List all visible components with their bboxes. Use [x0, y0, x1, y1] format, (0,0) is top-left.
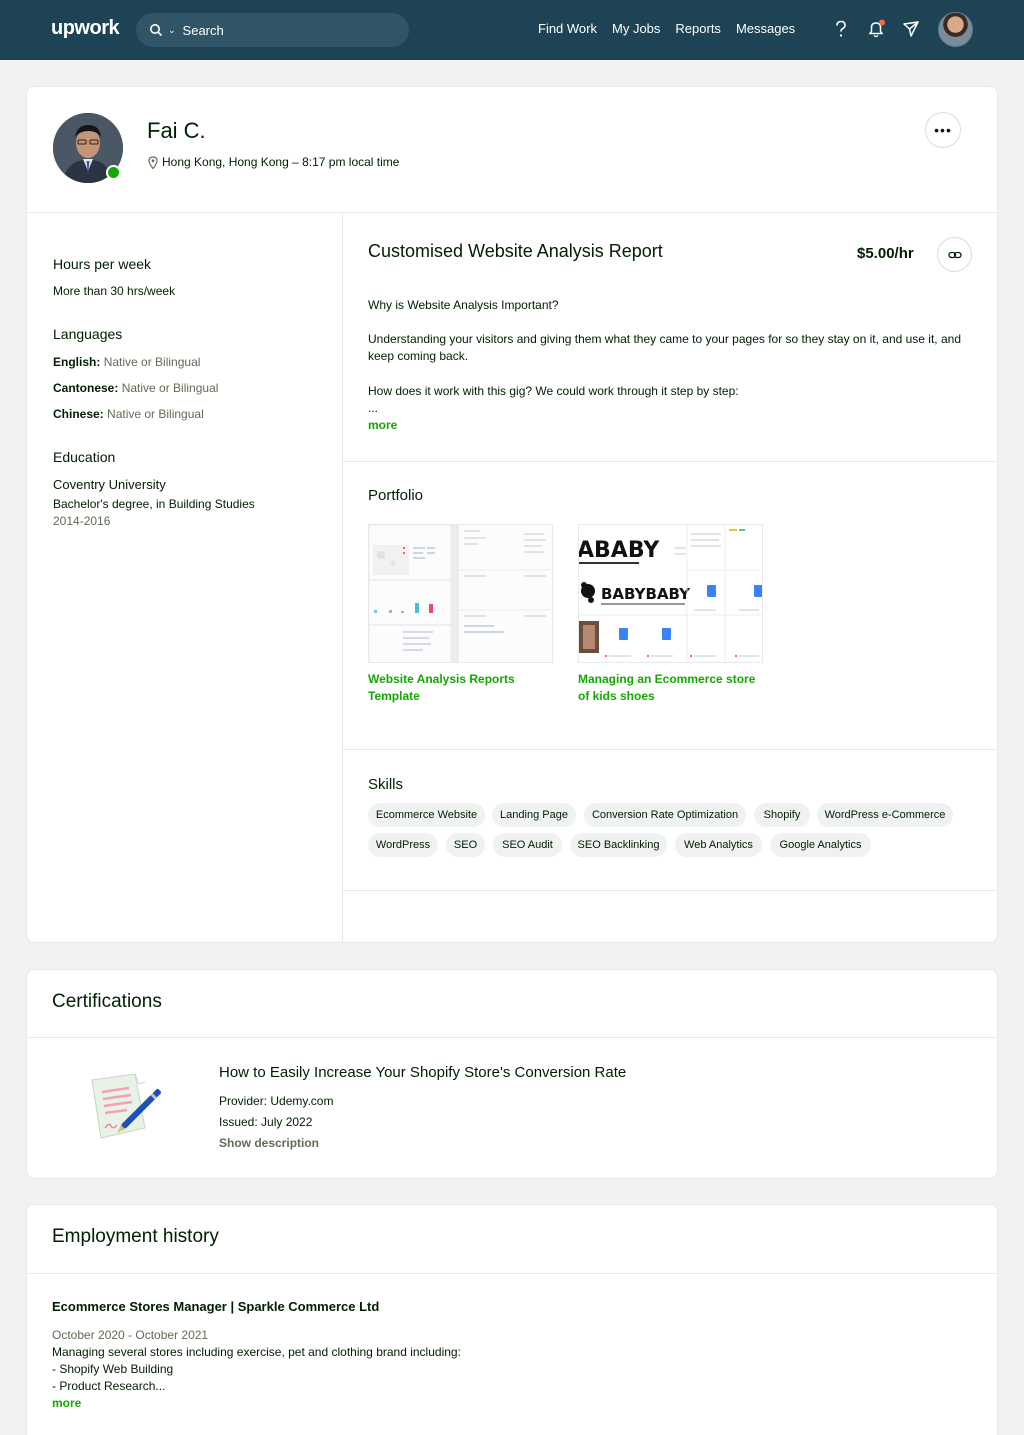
search-icon [150, 24, 163, 37]
top-nav: upwork ⌄ Search Find Work My Jobs Report… [0, 0, 1024, 60]
location: Hong Kong, Hong Kong – 8:17 pm local tim… [148, 155, 399, 169]
skill-chip[interactable]: Web Analytics [675, 833, 762, 857]
specialized-profile-title: Customised Website Analysis Report [368, 241, 663, 261]
certifications-card: Certifications How to Easily Increase Yo… [26, 969, 998, 1179]
employment-more-link[interactable]: more [52, 1396, 81, 1410]
language-name: English: [53, 355, 101, 369]
languages-heading: Languages [53, 326, 123, 342]
employment-dates: October 2020 - October 2021 [52, 1328, 209, 1342]
portfolio-thumbnail[interactable] [368, 524, 553, 663]
degree: Bachelor's degree, in Building Studies [53, 497, 255, 511]
language-item: Chinese: Native or Bilingual [53, 407, 204, 421]
skills-heading: Skills [368, 776, 404, 793]
thumb-logo-text-top: ABABY [579, 538, 660, 563]
thumb-logo-text: BABYBABY [601, 585, 691, 603]
skill-chip[interactable]: SEO Backlinking [570, 833, 667, 857]
divider [343, 890, 997, 891]
overview-ellipsis: ... [368, 401, 379, 415]
overview-paragraph: Why is Website Analysis Important? [368, 298, 559, 312]
link-icon [947, 251, 962, 258]
column-divider [342, 212, 343, 943]
overview-paragraph: How does it work with this gig? We could… [368, 384, 739, 398]
certifications-heading: Certifications [52, 991, 162, 1012]
certification-provider: Provider: Udemy.com [219, 1094, 334, 1108]
portfolio-item-title[interactable]: Website Analysis Reports Template [368, 671, 558, 705]
language-name: Cantonese: [53, 381, 119, 395]
employment-title: Ecommerce Stores Manager | Sparkle Comme… [52, 1299, 380, 1314]
overview-more-link[interactable]: more [368, 418, 397, 432]
divider [27, 1273, 997, 1274]
divider [27, 212, 997, 213]
hours-value: More than 30 hrs/week [53, 284, 176, 298]
user-avatar[interactable] [938, 12, 973, 47]
profile-card: Fai C. Hong Kong, Hong Kong – 8:17 pm lo… [26, 86, 998, 943]
education-years: 2014-2016 [53, 514, 111, 528]
employment-description-line: Managing several stores including exerci… [52, 1345, 461, 1359]
education-heading: Education [53, 449, 116, 465]
help-icon[interactable] [830, 18, 852, 40]
skill-chip[interactable]: Landing Page [492, 803, 576, 827]
search-input[interactable]: Search [183, 23, 224, 38]
skill-chip[interactable]: SEO Audit [493, 833, 562, 857]
skill-chip[interactable]: WordPress [368, 833, 438, 857]
certification-issued: Issued: July 2022 [219, 1115, 313, 1129]
language-level: Native or Bilingual [107, 407, 204, 421]
skill-chip[interactable]: Ecommerce Website [368, 803, 485, 827]
chevron-down-icon[interactable]: ⌄ [168, 25, 176, 36]
copy-link-button[interactable] [937, 237, 972, 272]
hours-heading: Hours per week [53, 256, 152, 272]
certification-title[interactable]: How to Easily Increase Your Shopify Stor… [219, 1064, 626, 1081]
language-level: Native or Bilingual [121, 381, 219, 395]
language-level: Native or Bilingual [103, 355, 201, 369]
bell-icon[interactable] [865, 18, 887, 40]
overview-paragraph: Understanding your visitors and giving t… [368, 332, 961, 363]
send-icon[interactable] [900, 18, 922, 40]
employment-description-line: - Product Research... [52, 1379, 166, 1393]
nav-messages[interactable]: Messages [736, 21, 795, 36]
skill-chip[interactable]: Shopify [754, 803, 810, 827]
skill-chip[interactable]: Conversion Rate Optimization [584, 803, 746, 827]
portfolio-heading: Portfolio [368, 487, 424, 504]
hourly-rate: $5.00/hr [857, 245, 914, 262]
upwork-logo[interactable]: upwork [51, 17, 120, 40]
certificate-icon [91, 1073, 161, 1139]
dashboard-thumbnail-image [369, 525, 552, 662]
ellipsis-icon: ••• [934, 122, 952, 138]
freelancer-name: Fai C. [147, 118, 206, 143]
skill-chip[interactable]: SEO [446, 833, 485, 857]
language-item: Cantonese: Native or Bilingual [53, 381, 218, 395]
nav-reports[interactable]: Reports [675, 21, 721, 36]
employment-history-heading: Employment history [52, 1226, 219, 1247]
nav-links: Find Work My Jobs Reports Messages [538, 21, 795, 36]
skill-chip[interactable]: Google Analytics [770, 833, 871, 857]
employment-description-line: - Shopify Web Building [52, 1362, 174, 1376]
employment-history-card: Employment history Ecommerce Stores Mana… [26, 1204, 998, 1435]
online-status-dot [106, 165, 121, 180]
search-bar[interactable]: ⌄ Search [136, 13, 409, 47]
ecommerce-thumbnail-image: ABABY BABYBABY [579, 525, 762, 662]
location-text: Hong Kong, Hong Kong – 8:17 pm local tim… [162, 155, 400, 169]
more-options-button[interactable]: ••• [925, 112, 961, 148]
divider [27, 1037, 997, 1038]
nav-my-jobs[interactable]: My Jobs [612, 21, 660, 36]
location-pin-icon [148, 155, 158, 169]
language-name: Chinese: [53, 407, 104, 421]
language-item: English: Native or Bilingual [53, 355, 200, 369]
show-description-button[interactable]: Show description [219, 1136, 319, 1150]
skill-chip[interactable]: WordPress e-Commerce [817, 803, 953, 827]
divider [343, 749, 997, 750]
portfolio-thumbnail[interactable]: ABABY BABYBABY [578, 524, 763, 663]
divider [343, 461, 997, 462]
portfolio-item-title[interactable]: Managing an Ecommerce store of kids shoe… [578, 671, 768, 705]
school-name: Coventry University [53, 477, 166, 492]
nav-find-work[interactable]: Find Work [538, 21, 597, 36]
